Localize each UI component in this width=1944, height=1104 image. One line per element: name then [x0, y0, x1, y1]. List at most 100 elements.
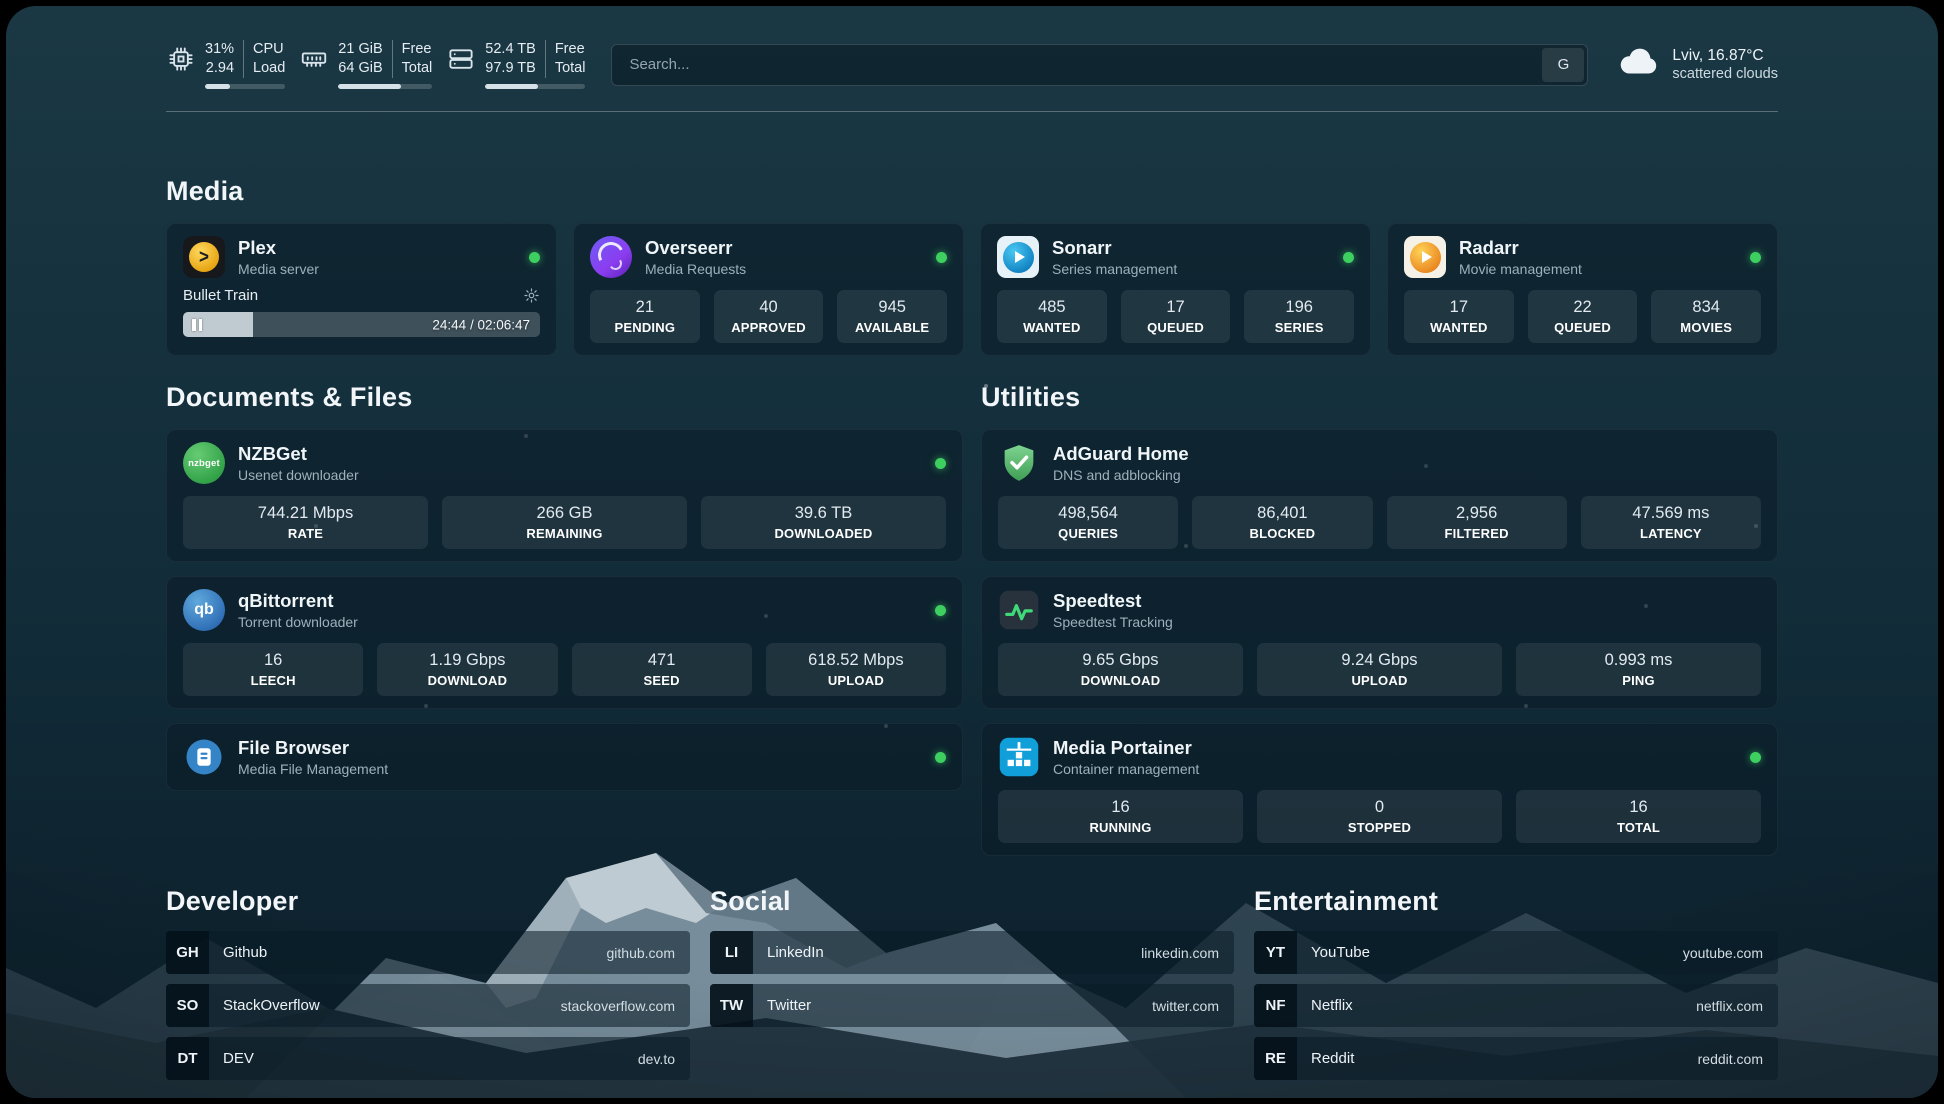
app-subtitle: Media server	[238, 261, 319, 277]
bookmark-name: Github	[223, 944, 267, 961]
bookmark-url: twitter.com	[1152, 998, 1219, 1014]
stat-box: 17 WANTED	[1404, 290, 1514, 343]
app-name: Sonarr	[1052, 237, 1177, 259]
cpu-usage-value: 31%	[205, 40, 234, 59]
bookmark-url: dev.to	[638, 1051, 675, 1067]
app-subtitle: Media Requests	[645, 261, 746, 277]
ram-free-value: 21 GiB	[338, 40, 382, 59]
stat-box: 485 WANTED	[997, 290, 1107, 343]
bookmark-abbr: GH	[166, 931, 209, 974]
entertainment-heading: Entertainment	[1254, 886, 1778, 917]
portainer-card[interactable]: Media Portainer Container management 16 …	[981, 723, 1778, 856]
bookmark-abbr: LI	[710, 931, 753, 974]
stat-box: 22 QUEUED	[1528, 290, 1638, 343]
developer-heading: Developer	[166, 886, 690, 917]
cpu-progress-bar	[205, 84, 285, 89]
stat-box: 471 SEED	[572, 643, 752, 696]
stat-box: 9.65 Gbps DOWNLOAD	[998, 643, 1243, 696]
qbittorrent-icon: qb	[183, 589, 225, 631]
radarr-card[interactable]: Radarr Movie management 17 WANTED 22 QUE…	[1387, 223, 1778, 356]
cloud-icon	[1614, 46, 1660, 83]
app-subtitle: Torrent downloader	[238, 614, 358, 630]
sonarr-card[interactable]: Sonarr Series management 485 WANTED 17 Q…	[980, 223, 1371, 356]
app-subtitle: Container management	[1053, 761, 1199, 777]
radarr-icon	[1404, 236, 1446, 278]
filebrowser-icon	[183, 736, 225, 778]
app-subtitle: Usenet downloader	[238, 467, 359, 483]
bookmark-reddit[interactable]: RE Reddit reddit.com	[1254, 1037, 1778, 1080]
app-subtitle: Movie management	[1459, 261, 1582, 277]
app-name: File Browser	[238, 737, 388, 759]
widget-divider	[392, 40, 393, 78]
stat-box: 0 STOPPED	[1257, 790, 1502, 843]
qbittorrent-card[interactable]: qb qBittorrent Torrent downloader 16 LEE…	[166, 576, 963, 709]
speedtest-card[interactable]: Speedtest Speedtest Tracking 9.65 Gbps D…	[981, 576, 1778, 709]
app-name: Plex	[238, 237, 319, 259]
bookmark-netflix[interactable]: NF Netflix netflix.com	[1254, 984, 1778, 1027]
adguard-card[interactable]: AdGuard Home DNS and adblocking 498,564 …	[981, 429, 1778, 562]
settings-gear-icon[interactable]	[523, 287, 540, 304]
bookmark-dev[interactable]: DT DEV dev.to	[166, 1037, 690, 1080]
bookmark-abbr: DT	[166, 1037, 209, 1080]
bookmark-url: linkedin.com	[1141, 945, 1219, 961]
ram-progress-bar	[338, 84, 432, 89]
cpu-widget: 31% 2.94 CPU Load	[166, 40, 285, 89]
widget-divider	[545, 40, 546, 78]
stat-box: 618.52 Mbps UPLOAD	[766, 643, 946, 696]
app-name: Speedtest	[1053, 590, 1173, 612]
search-bar[interactable]: G	[611, 44, 1588, 86]
app-name: Overseerr	[645, 237, 746, 259]
overseerr-card[interactable]: Overseerr Media Requests 21 PENDING 40 A…	[573, 223, 964, 356]
nzbget-icon: nzbget	[183, 442, 225, 484]
stat-box: 196 SERIES	[1244, 290, 1354, 343]
bookmark-name: Netflix	[1311, 997, 1353, 1014]
bookmark-abbr: SO	[166, 984, 209, 1027]
status-dot	[529, 252, 540, 263]
status-dot	[935, 752, 946, 763]
media-heading: Media	[166, 176, 1778, 207]
bookmark-github[interactable]: GH Github github.com	[166, 931, 690, 974]
bookmarks-social: Social LI LinkedIn linkedin.com TW Twitt…	[710, 886, 1234, 1090]
bookmark-url: youtube.com	[1683, 945, 1763, 961]
bookmark-twitter[interactable]: TW Twitter twitter.com	[710, 984, 1234, 1027]
bookmark-abbr: RE	[1254, 1037, 1297, 1080]
section-utilities: Utilities	[981, 382, 1778, 856]
status-dot	[936, 252, 947, 263]
bookmark-url: netflix.com	[1696, 998, 1763, 1014]
app-name: AdGuard Home	[1053, 443, 1189, 465]
filebrowser-card[interactable]: File Browser Media File Management	[166, 723, 963, 791]
app-subtitle: Speedtest Tracking	[1053, 614, 1173, 630]
stat-box: 834 MOVIES	[1651, 290, 1761, 343]
stat-box: 16 LEECH	[183, 643, 363, 696]
stat-box: 40 APPROVED	[714, 290, 824, 343]
stat-box: 17 QUEUED	[1121, 290, 1231, 343]
stat-box: 47.569 ms LATENCY	[1581, 496, 1761, 549]
weather-widget[interactable]: Lviv, 16.87°C scattered clouds	[1614, 46, 1778, 83]
stat-box: 21 PENDING	[590, 290, 700, 343]
status-dot	[1750, 752, 1761, 763]
bookmark-name: YouTube	[1311, 944, 1370, 961]
plex-card[interactable]: > Plex Media server Bullet Train	[166, 223, 557, 356]
stat-box: 0.993 ms PING	[1516, 643, 1761, 696]
search-engine-button[interactable]: G	[1542, 48, 1584, 82]
bookmark-linkedin[interactable]: LI LinkedIn linkedin.com	[710, 931, 1234, 974]
bookmark-name: LinkedIn	[767, 944, 824, 961]
section-media: Media > Plex Media server	[166, 176, 1778, 356]
bookmark-name: DEV	[223, 1050, 254, 1067]
nzbget-card[interactable]: nzbget NZBGet Usenet downloader 744.21 M…	[166, 429, 963, 562]
bookmark-name: Reddit	[1311, 1050, 1354, 1067]
bookmark-stackoverflow[interactable]: SO StackOverflow stackoverflow.com	[166, 984, 690, 1027]
pause-icon[interactable]	[192, 319, 202, 331]
app-subtitle: DNS and adblocking	[1053, 467, 1189, 483]
bookmark-abbr: NF	[1254, 984, 1297, 1027]
ram-icon	[299, 44, 329, 79]
status-dot	[1343, 252, 1354, 263]
bookmark-youtube[interactable]: YT YouTube youtube.com	[1254, 931, 1778, 974]
cpu-icon	[166, 44, 196, 79]
system-widgets: 31% 2.94 CPU Load	[166, 40, 585, 89]
ram-total-value: 64 GiB	[338, 59, 382, 78]
playback-progress-bar[interactable]: 24:44 / 02:06:47	[183, 312, 540, 337]
app-subtitle: Media File Management	[238, 761, 388, 777]
stat-box: 2,956 FILTERED	[1387, 496, 1567, 549]
search-input[interactable]	[615, 56, 1542, 73]
